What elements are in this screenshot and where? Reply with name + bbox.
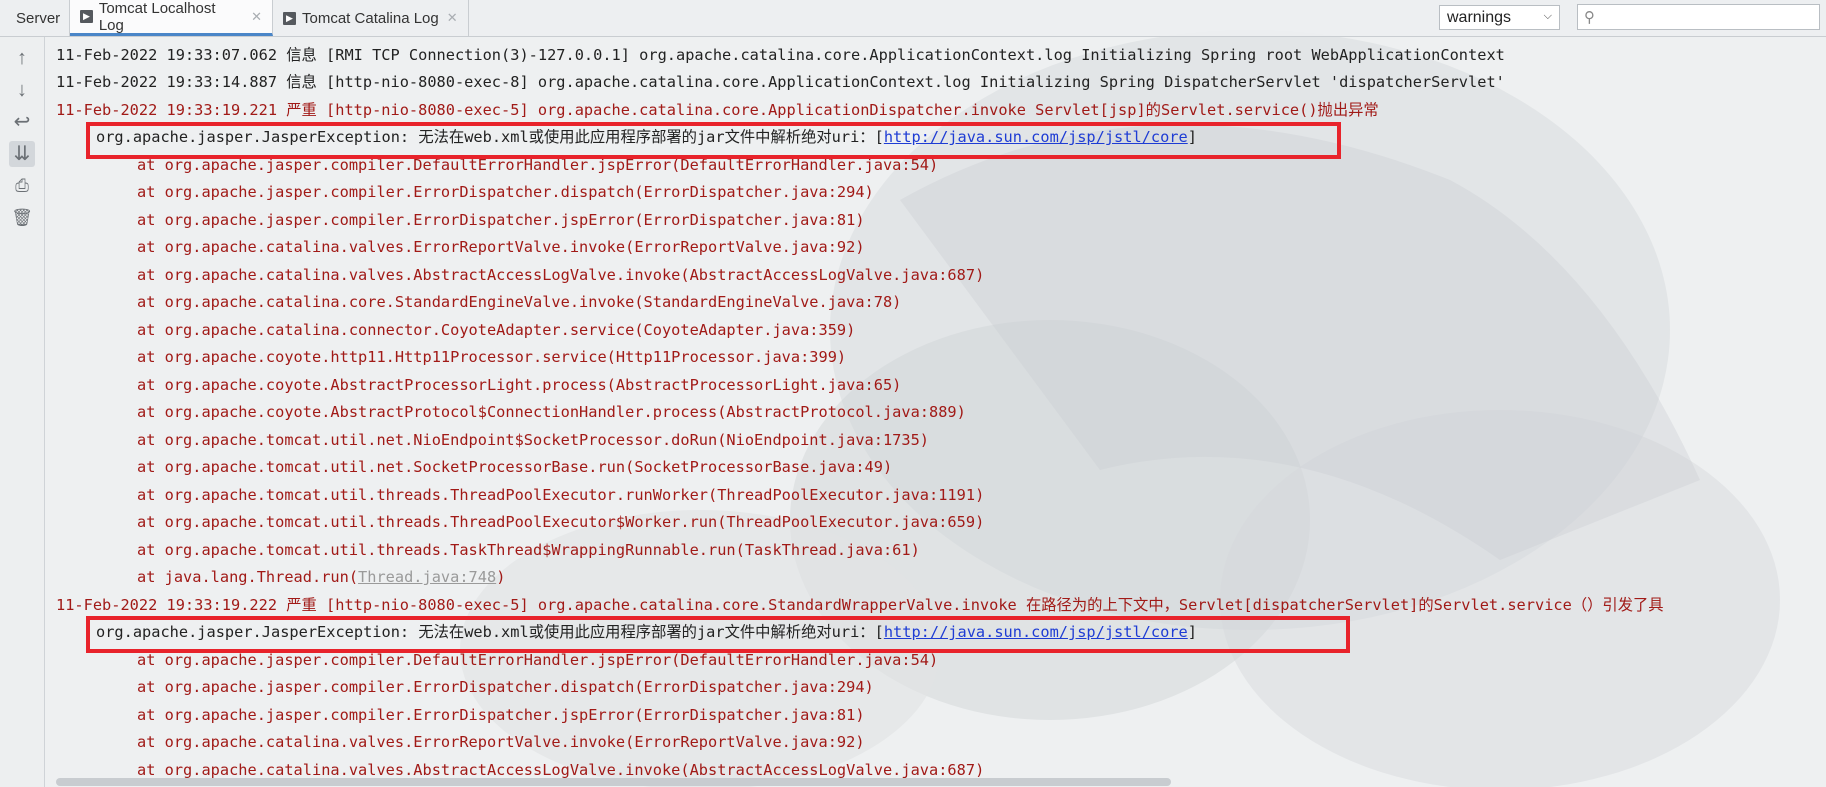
tab-bar: Server ▶ Tomcat Localhost Log ✕ ▶ Tomcat… [0, 0, 1826, 37]
arrow-up-icon[interactable]: ↑ [9, 45, 35, 71]
stack-trace-line: at org.apache.tomcat.util.net.SocketProc… [137, 458, 893, 476]
stack-trace-line: at org.apache.tomcat.util.threads.Thread… [137, 486, 985, 504]
highlight-box [86, 616, 1350, 653]
search-input[interactable] [1604, 7, 1818, 29]
console-toolbar: ↑ ↓ ↩ ⇊ ⎙ 🗑 [0, 37, 45, 787]
tab-label: Server [16, 9, 61, 27]
stack-trace-line: at org.apache.jasper.compiler.ErrorDispa… [137, 678, 874, 696]
tab-tomcat-catalina-log[interactable]: ▶ Tomcat Catalina Log ✕ [273, 0, 469, 36]
stack-trace-line: at java.lang.Thread.run(Thread.java:748) [137, 564, 505, 591]
chevron-down-icon: ⌵ [1543, 10, 1552, 22]
arrow-down-icon[interactable]: ↓ [9, 77, 35, 103]
log-level-filter[interactable]: warnings ⌵ [1439, 5, 1560, 30]
search-field[interactable]: ⚲ [1577, 4, 1820, 30]
trash-icon[interactable]: 🗑 [9, 205, 35, 231]
filter-selected-value: warnings [1447, 8, 1512, 26]
log-line: 11-Feb-2022 19:33:07.062 信息 [RMI TCP Con… [56, 46, 1505, 64]
close-icon[interactable]: ✕ [251, 9, 262, 25]
tab-label: Tomcat Catalina Log [302, 9, 439, 27]
print-icon[interactable]: ⎙ [9, 173, 35, 199]
stack-trace-line: at org.apache.jasper.compiler.ErrorDispa… [137, 706, 865, 724]
soft-wrap-icon[interactable]: ↩ [9, 109, 35, 135]
highlight-box [86, 122, 1341, 159]
stack-trace-line: at org.apache.catalina.connector.CoyoteA… [137, 321, 856, 339]
stack-trace-line: at org.apache.coyote.http11.Http11Proces… [137, 348, 847, 366]
log-line: 11-Feb-2022 19:33:14.887 信息 [http-nio-80… [56, 73, 1505, 91]
console-icon: ▶ [283, 11, 296, 25]
stack-trace-line: at org.apache.catalina.core.StandardEngi… [137, 293, 902, 311]
stack-trace-line: at org.apache.jasper.compiler.ErrorDispa… [137, 211, 865, 229]
stack-trace-line: at org.apache.jasper.compiler.ErrorDispa… [137, 183, 874, 201]
search-icon: ⚲ [1584, 9, 1595, 26]
console-icon: ▶ [80, 10, 93, 23]
stack-trace-line: at org.apache.tomcat.util.threads.Thread… [137, 513, 985, 531]
source-file-link[interactable]: Thread.java:748 [358, 568, 496, 586]
stack-trace-line: at org.apache.coyote.AbstractProcessorLi… [137, 376, 902, 394]
log-line-severe: 11-Feb-2022 19:33:19.221 严重 [http-nio-80… [56, 101, 1379, 119]
stack-trace-text: at java.lang.Thread.run( [137, 568, 359, 586]
scroll-to-end-icon[interactable]: ⇊ [9, 141, 35, 167]
stack-trace-suffix: ) [496, 568, 506, 586]
tab-server[interactable]: Server [0, 0, 70, 36]
stack-trace-line: at org.apache.catalina.valves.AbstractAc… [137, 266, 985, 284]
stack-trace-line: at org.apache.coyote.AbstractProtocol$Co… [137, 403, 966, 421]
log-line-severe: 11-Feb-2022 19:33:19.222 严重 [http-nio-80… [56, 596, 1664, 614]
tab-label: Tomcat Localhost Log [98, 0, 216, 34]
stack-trace-line: at org.apache.tomcat.util.threads.TaskTh… [137, 541, 920, 559]
stack-trace-line: at org.apache.catalina.valves.ErrorRepor… [137, 238, 865, 256]
close-icon[interactable]: ✕ [447, 10, 458, 26]
tab-tomcat-localhost-log[interactable]: ▶ Tomcat Localhost Log ✕ [70, 0, 273, 36]
stack-trace-line: at org.apache.tomcat.util.net.NioEndpoin… [137, 431, 930, 449]
stack-trace-line: at org.apache.catalina.valves.ErrorRepor… [137, 733, 865, 751]
horizontal-scrollbar[interactable] [56, 778, 1171, 786]
